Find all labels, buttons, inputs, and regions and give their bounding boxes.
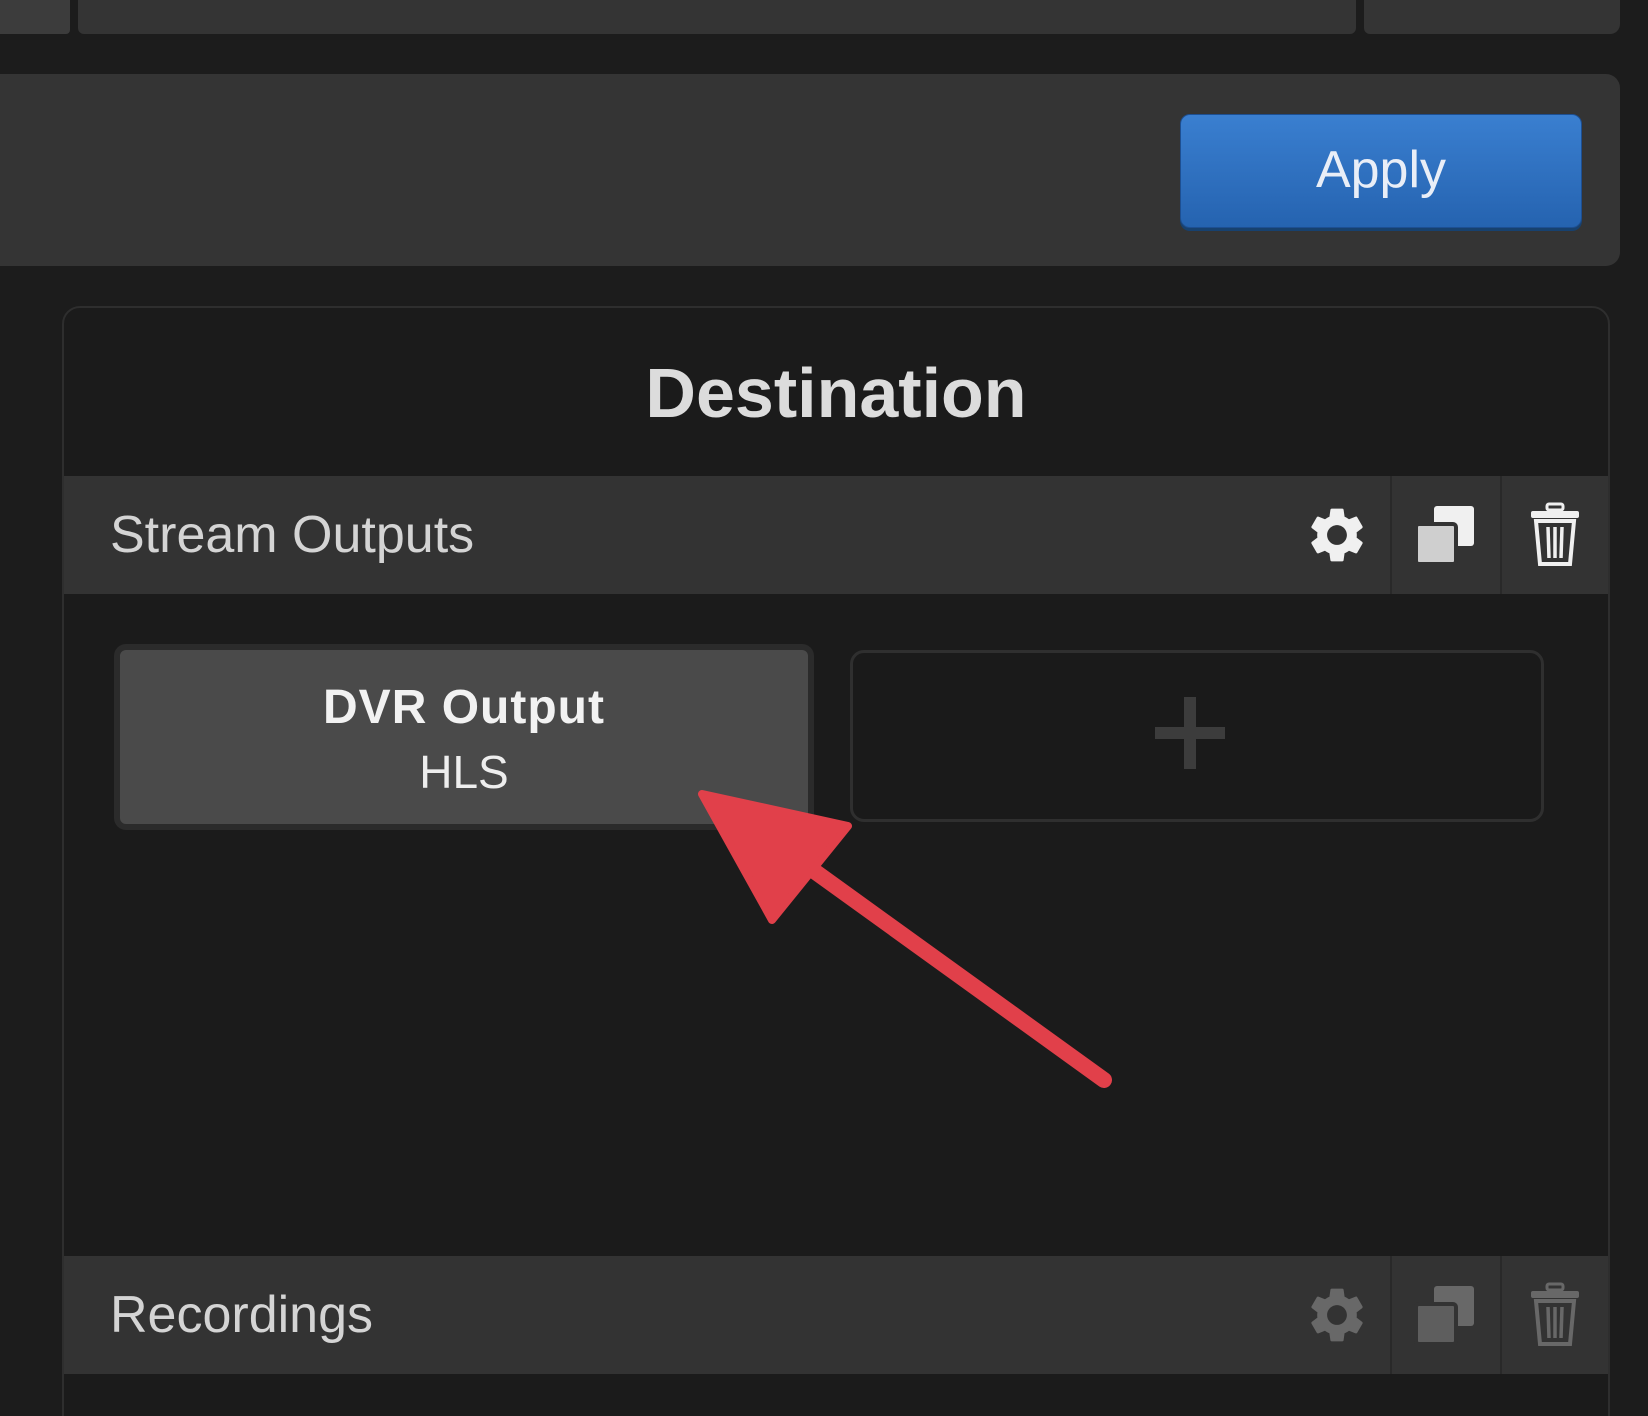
duplicate-icon: [1414, 506, 1474, 566]
stream-outputs-label: Stream Outputs: [110, 506, 475, 564]
top-tab-left[interactable]: [0, 0, 70, 34]
add-output-button[interactable]: [850, 650, 1544, 822]
gear-icon: [1311, 1288, 1363, 1342]
top-toolbar-strip: [0, 0, 1648, 34]
destination-panel: Destination Stream Outputs DVR Output HL…: [62, 306, 1610, 1416]
duplicate-icon: [1414, 1286, 1474, 1346]
recordings-settings-button[interactable]: [1284, 1256, 1390, 1374]
recordings-header: Recordings: [64, 1256, 1608, 1374]
stream-outputs-settings-button[interactable]: [1284, 476, 1390, 594]
stream-outputs-duplicate-button[interactable]: [1390, 476, 1498, 594]
output-type: HLS: [419, 746, 509, 798]
recordings-duplicate-button[interactable]: [1390, 1256, 1498, 1374]
stream-outputs-list: DVR Output HLS: [64, 594, 1608, 1256]
top-tab-right[interactable]: [1364, 0, 1620, 34]
output-name: DVR Output: [323, 681, 605, 734]
trash-icon: [1531, 502, 1579, 566]
output-card-dvr[interactable]: DVR Output HLS: [114, 644, 814, 830]
stream-outputs-header: Stream Outputs: [64, 476, 1608, 594]
top-tab-center[interactable]: [78, 0, 1356, 34]
trash-icon: [1531, 1282, 1579, 1346]
destination-title: Destination: [645, 354, 1027, 432]
gear-icon: [1311, 508, 1363, 562]
recordings-label: Recordings: [110, 1286, 374, 1344]
app-window: Apply Destination Stream Outputs DVR Out…: [0, 0, 1648, 1416]
stream-outputs-delete-button[interactable]: [1500, 476, 1608, 594]
recordings-delete-button[interactable]: [1500, 1256, 1608, 1374]
apply-button[interactable]: Apply: [1180, 114, 1582, 228]
